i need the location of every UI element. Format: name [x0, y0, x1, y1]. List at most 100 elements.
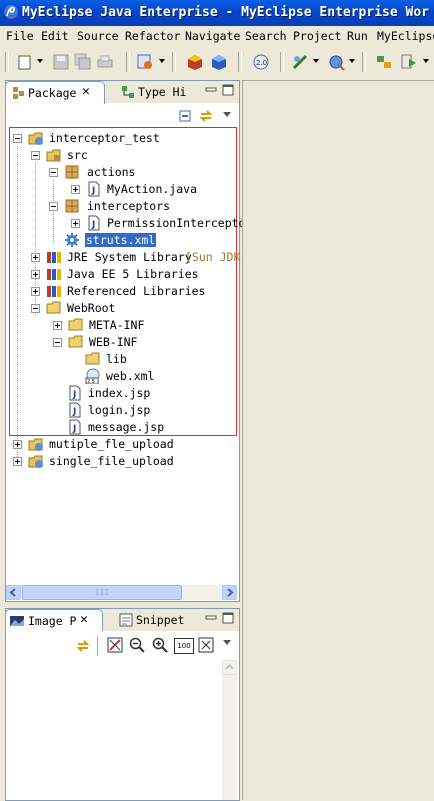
package-explorer-tabstrip: Package ✕ Type Hi — [5, 81, 239, 104]
debug-icon[interactable] — [291, 53, 309, 71]
server-manage-icon[interactable] — [210, 53, 228, 71]
package-icon — [65, 199, 79, 213]
source-folder-icon — [46, 149, 61, 162]
jsp-file-icon: J — [69, 419, 81, 435]
tree-label: lib — [106, 352, 127, 366]
main-toolbar: 2.0 — [0, 46, 434, 78]
tree-label: JRE System Library — [67, 250, 192, 264]
zoom-100-button[interactable]: 100 — [174, 638, 194, 654]
deploy-icon[interactable] — [136, 53, 154, 71]
run-external-dropdown-arrow[interactable] — [349, 59, 355, 63]
tree-collapse-toggle[interactable] — [31, 304, 40, 313]
tab-image-preview[interactable]: Image P ✕ — [5, 609, 103, 632]
run-external-icon[interactable] — [328, 53, 346, 71]
tab-type-hierarchy-label: Type Hi — [138, 85, 187, 99]
run-dropdown-arrow[interactable] — [423, 59, 429, 63]
java-file-icon: J — [88, 181, 100, 197]
tree-expand-toggle[interactable] — [53, 321, 62, 330]
myeclipse-logo-icon — [4, 5, 18, 19]
library-icon — [47, 269, 61, 280]
tree-label: interceptors — [87, 199, 171, 213]
tree-label: web.xml — [106, 369, 155, 383]
horizontal-scrollbar[interactable]: III — [6, 585, 237, 600]
package-explorer-view: Package ✕ Type Hi interceptor_test src a… — [5, 80, 259, 602]
zoom-out-icon[interactable] — [129, 637, 145, 653]
tree-collapse-toggle[interactable] — [31, 151, 40, 160]
toolbar-grip — [5, 52, 9, 72]
close-icon[interactable]: ✕ — [82, 84, 90, 99]
collapse-all-icon[interactable] — [178, 109, 192, 123]
svg-text:J: J — [91, 186, 95, 196]
menu-source[interactable]: Source — [77, 29, 119, 43]
fit-image-icon[interactable] — [107, 637, 123, 653]
svg-text:2.0: 2.0 — [256, 59, 267, 67]
window-title-bar[interactable]: MyEclipse Java Enterprise - MyEclipse En… — [0, 0, 434, 26]
scroll-right-button[interactable] — [222, 585, 237, 600]
debug-dropdown-arrow[interactable] — [313, 59, 319, 63]
menu-run[interactable]: Run — [347, 29, 368, 43]
tree-label: META-INF — [89, 318, 145, 332]
sync-icon[interactable] — [75, 638, 91, 654]
scroll-up-button[interactable] — [222, 660, 237, 675]
tree-expand-toggle[interactable] — [71, 219, 80, 228]
menu-refactor[interactable]: Refactor — [125, 29, 180, 43]
save-icon[interactable] — [52, 53, 70, 71]
tree-expand-toggle[interactable] — [13, 440, 22, 449]
view-menu-icon[interactable] — [223, 640, 231, 645]
tab-type-hierarchy[interactable]: Type Hi — [116, 81, 196, 103]
save-all-icon[interactable] — [74, 53, 92, 71]
open-type-icon[interactable] — [375, 53, 393, 71]
type-hierarchy-icon — [122, 86, 134, 98]
tree-label: src — [67, 148, 88, 162]
menu-project[interactable]: Project — [293, 29, 341, 43]
tree-collapse-toggle[interactable] — [13, 134, 22, 143]
view-menu-icon[interactable] — [223, 112, 231, 117]
print-icon[interactable] — [96, 53, 114, 71]
vertical-scrollbar[interactable] — [222, 660, 237, 800]
svg-text:J: J — [72, 390, 76, 400]
folder-icon — [46, 301, 61, 314]
tree-collapse-toggle[interactable] — [49, 202, 58, 211]
zoom-fit-icon[interactable] — [198, 637, 214, 653]
deploy-dropdown-arrow[interactable] — [159, 59, 165, 63]
new-file-icon[interactable] — [16, 53, 34, 71]
tree-collapse-toggle[interactable] — [49, 168, 58, 177]
new-dropdown-arrow[interactable] — [37, 59, 43, 63]
maximize-icon[interactable] — [222, 84, 234, 96]
tree-expand-toggle[interactable] — [31, 270, 40, 279]
minimize-icon[interactable] — [205, 84, 217, 96]
scroll-thumb[interactable]: III — [22, 585, 182, 600]
tree-expand-toggle[interactable] — [13, 457, 22, 466]
web-browser-icon[interactable]: 2.0 — [252, 53, 270, 71]
tree-label: mutiple_fle_upload — [49, 437, 174, 451]
maximize-icon[interactable] — [222, 612, 234, 624]
menu-file[interactable]: File — [6, 29, 34, 43]
menu-edit[interactable]: Edit — [41, 29, 69, 43]
scroll-left-button[interactable] — [6, 585, 21, 600]
tab-package-explorer[interactable]: Package ✕ — [5, 81, 105, 104]
web-xml-icon: 2.5 — [85, 368, 100, 384]
chevron-left-icon — [9, 588, 16, 597]
editor-area[interactable] — [242, 80, 434, 800]
struts-config-icon — [65, 233, 79, 247]
menu-navigate[interactable]: Navigate — [185, 29, 240, 43]
chevron-up-icon — [225, 663, 234, 670]
tab-image-preview-label: Image P — [28, 614, 77, 628]
link-with-editor-icon[interactable] — [198, 108, 214, 124]
server-start-icon[interactable] — [186, 53, 204, 71]
toolbar-separator — [362, 52, 366, 72]
tree-expand-toggle[interactable] — [31, 253, 40, 262]
tab-snippets[interactable]: Snippet — [116, 609, 196, 631]
menu-search[interactable]: Search — [245, 29, 287, 43]
tree-label: interceptor_test — [49, 131, 160, 145]
zoom-in-icon[interactable] — [152, 637, 168, 653]
toolbar-separator — [126, 52, 130, 72]
menu-myeclipse[interactable]: MyEclipse — [377, 29, 434, 43]
tree-expand-toggle[interactable] — [71, 185, 80, 194]
tree-collapse-toggle[interactable] — [53, 338, 62, 347]
close-icon[interactable]: ✕ — [80, 612, 88, 627]
run-icon[interactable] — [400, 53, 418, 71]
minimize-icon[interactable] — [205, 612, 217, 624]
folder-icon — [68, 318, 83, 331]
tree-expand-toggle[interactable] — [31, 287, 40, 296]
